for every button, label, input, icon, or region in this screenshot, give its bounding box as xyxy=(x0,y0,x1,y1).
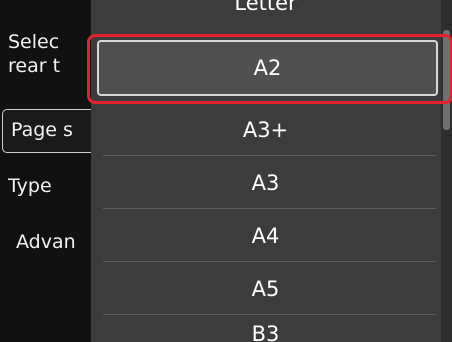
dropdown-scrollbar[interactable] xyxy=(441,0,452,342)
list-item-label: B3 xyxy=(251,322,280,342)
list-item-a3[interactable]: A3 xyxy=(91,156,440,209)
list-item-letter[interactable]: Letter xyxy=(91,0,440,18)
list-item-a5[interactable]: A5 xyxy=(91,262,440,315)
list-item-label: A5 xyxy=(251,276,280,301)
type-setting[interactable]: Type xyxy=(0,174,100,204)
list-item-a2-selected[interactable]: A2 xyxy=(97,40,438,96)
page-size-label: Page s xyxy=(11,119,73,141)
select-line-1: Selec xyxy=(8,31,60,53)
scrollbar-thumb[interactable] xyxy=(443,30,450,130)
type-label: Type xyxy=(8,175,52,197)
select-rear-tray-label: Selec rear t xyxy=(0,30,100,80)
list-item-label: A3 xyxy=(251,170,280,195)
list-item-label: A3+ xyxy=(242,117,289,142)
list-item-a3plus[interactable]: A3+ xyxy=(91,103,440,156)
list-item-label: Letter xyxy=(234,0,297,15)
select-line-2: rear t xyxy=(8,55,61,77)
list-item-label: A4 xyxy=(251,223,280,248)
list-item-a4[interactable]: A4 xyxy=(91,209,440,262)
list-item-label: A2 xyxy=(253,56,282,80)
advanced-label: Advan xyxy=(16,231,76,253)
advanced-setting[interactable]: Advan xyxy=(0,230,100,260)
divider xyxy=(103,314,436,315)
page-size-dropdown[interactable]: Letter A2 A3+ A3 A4 A5 B3 xyxy=(91,0,452,342)
list-item-b3[interactable]: B3 xyxy=(91,322,440,342)
page-size-setting[interactable]: Page s xyxy=(2,109,98,153)
